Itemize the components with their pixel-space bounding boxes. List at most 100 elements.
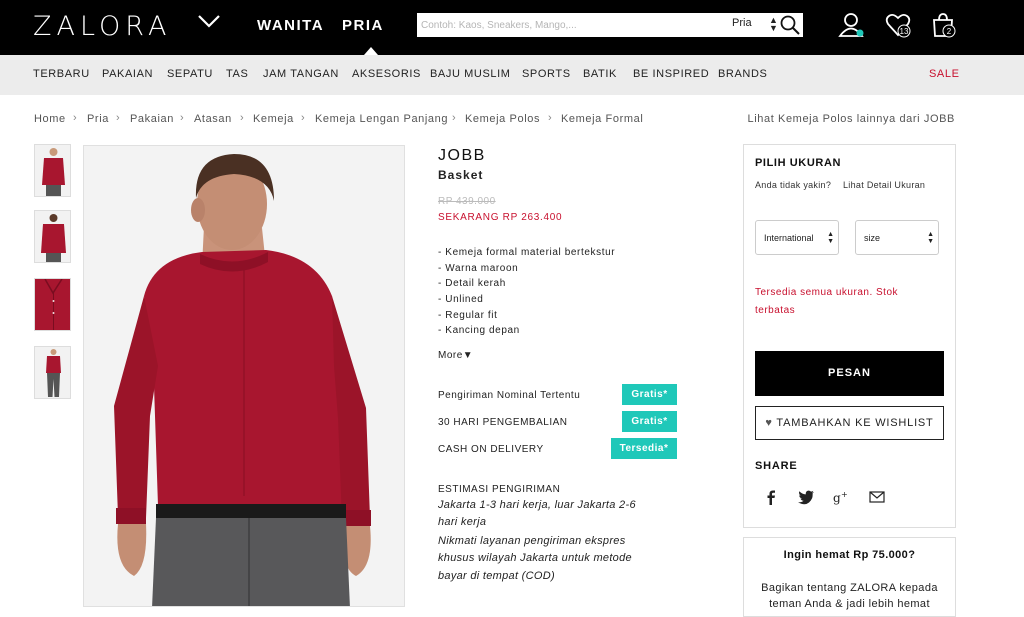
- category-sepatu[interactable]: SEPATU: [167, 68, 213, 80]
- product-thumbnail[interactable]: [34, 144, 71, 197]
- email-icon[interactable]: [868, 488, 886, 506]
- zalora-logo[interactable]: ZALORA: [33, 11, 171, 42]
- breadcrumb-separator: ›: [180, 112, 184, 124]
- shipping-estimate-text: Jakarta 1-3 hari kerja, luar Jakarta 2-6: [438, 499, 636, 511]
- size-help-question: Anda tidak yakin?: [755, 180, 832, 190]
- shipping-estimate-text: hari kerja: [438, 516, 487, 528]
- breadcrumb-kemeja[interactable]: Kemeja: [253, 113, 294, 125]
- category-batik[interactable]: BATIK: [583, 68, 617, 80]
- product-name: Basket: [438, 168, 484, 182]
- add-to-wishlist-button[interactable]: ♥ TAMBAHKAN KE WISHLIST: [755, 406, 944, 440]
- feature-item: - Kancing depan: [438, 325, 520, 336]
- category-sports[interactable]: SPORTS: [522, 68, 571, 80]
- breadcrumb-kemeja-formal: Kemeja Formal: [561, 113, 644, 125]
- breadcrumb-separator: ›: [548, 112, 552, 124]
- breadcrumb-pria[interactable]: Pria: [87, 113, 109, 125]
- product-thumbnail[interactable]: [34, 278, 71, 331]
- facebook-icon[interactable]: [762, 488, 780, 506]
- svg-text:g: g: [833, 491, 841, 505]
- shirt-back-image: [35, 211, 70, 262]
- search-scope-select[interactable]: Pria: [732, 17, 752, 29]
- category-tas[interactable]: TAS: [226, 68, 248, 80]
- breadcrumb-home[interactable]: Home: [34, 113, 66, 125]
- wishlist-count: 13: [900, 27, 909, 36]
- select-arrows-icon: ▲ ▼: [927, 231, 934, 245]
- size-guide-link[interactable]: Lihat Detail Ukuran: [843, 180, 925, 190]
- stock-status: Tersedia semua ukuran. Stok: [755, 287, 899, 298]
- more-from-brand-link[interactable]: Lihat Kemeja Polos lainnya dari JOBB: [748, 113, 955, 125]
- category-pakaian[interactable]: PAKAIAN: [102, 68, 153, 80]
- category-baju-muslim[interactable]: BAJU MUSLIM: [430, 68, 511, 80]
- category-jam-tangan[interactable]: JAM TANGAN: [263, 68, 339, 80]
- feature-item: - Warna maroon: [438, 263, 519, 274]
- category-bar: TERBARU PAKAIAN SEPATU TAS JAM TANGAN AK…: [0, 55, 1024, 95]
- service-badge[interactable]: Tersedia*: [611, 438, 677, 459]
- sale-price: SEKARANG RP 263.400: [438, 212, 563, 223]
- more-details-toggle[interactable]: More▼: [438, 350, 473, 361]
- category-terbaru[interactable]: TERBARU: [33, 68, 90, 80]
- breadcrumb-kemeja-polos[interactable]: Kemeja Polos: [465, 113, 540, 125]
- main-product-image[interactable]: [83, 145, 405, 607]
- referral-promo-title: Ingin hemat Rp 75.000?: [783, 549, 916, 561]
- cart-count: 2: [947, 27, 952, 36]
- account-icon[interactable]: [838, 11, 864, 39]
- size-system-select[interactable]: International ▲ ▼: [755, 220, 839, 255]
- breadcrumb-kemeja-lengan-panjang[interactable]: Kemeja Lengan Panjang: [315, 113, 448, 125]
- breadcrumb-separator: ›: [73, 112, 77, 124]
- tab-wanita[interactable]: WANITA: [257, 17, 324, 34]
- shipping-estimate-text: bayar di tempat (COD): [438, 570, 555, 582]
- breadcrumb-separator: ›: [240, 112, 244, 124]
- shipping-estimate-title: ESTIMASI PENGIRIMAN: [438, 484, 561, 495]
- shirt-detail-image: [35, 279, 70, 330]
- search-input[interactable]: [421, 16, 711, 34]
- model-back-view-image: [84, 146, 404, 606]
- select-arrows-icon: ▲ ▼: [827, 231, 834, 245]
- order-button[interactable]: PESAN: [755, 351, 944, 396]
- tab-pria[interactable]: PRIA: [342, 17, 384, 34]
- service-badge[interactable]: Gratis*: [622, 384, 677, 405]
- full-body-image: [35, 347, 70, 398]
- wishlist-icon[interactable]: 13: [885, 11, 911, 39]
- search-bar: Pria ▲▼: [417, 13, 803, 37]
- svg-text:+: +: [841, 490, 848, 499]
- heart-icon: ♥: [765, 417, 773, 429]
- shirt-front-image: [35, 145, 70, 196]
- size-system-value: International: [764, 233, 814, 243]
- search-icon[interactable]: [779, 14, 801, 36]
- category-sale[interactable]: SALE: [929, 68, 960, 80]
- breadcrumb-separator: ›: [116, 112, 120, 124]
- feature-item: - Detail kerah: [438, 278, 506, 289]
- breadcrumb-separator: ›: [301, 112, 305, 124]
- product-brand[interactable]: JOBB: [438, 147, 486, 165]
- cart-icon[interactable]: 2: [930, 11, 956, 39]
- feature-item: - Unlined: [438, 294, 484, 305]
- breadcrumb-atasan[interactable]: Atasan: [194, 113, 232, 125]
- product-thumbnail[interactable]: [34, 210, 71, 263]
- twitter-icon[interactable]: [797, 488, 815, 506]
- breadcrumb-pakaian[interactable]: Pakaian: [130, 113, 174, 125]
- referral-promo-text: Bagikan tentang ZALORA kepada: [761, 582, 938, 594]
- service-label: Pengiriman Nominal Tertentu: [438, 390, 581, 401]
- stock-status: terbatas: [755, 305, 796, 316]
- size-select[interactable]: size ▲ ▼: [855, 220, 939, 255]
- shipping-estimate-text: khusus wilayah Jakarta untuk metode: [438, 552, 632, 564]
- top-navigation-bar: ZALORA WANITA PRIA Pria ▲▼ 13 2: [0, 0, 1024, 55]
- size-panel-title: PILIH UKURAN: [755, 157, 842, 169]
- chevron-down-icon[interactable]: [197, 13, 221, 31]
- feature-item: - Regular fit: [438, 310, 498, 321]
- service-badge[interactable]: Gratis*: [622, 411, 677, 432]
- category-aksesoris[interactable]: AKSESORIS: [352, 68, 421, 80]
- service-label: CASH ON DELIVERY: [438, 444, 544, 455]
- google-plus-icon[interactable]: g +: [832, 488, 850, 506]
- product-thumbnail[interactable]: [34, 346, 71, 399]
- original-price: RP 439.000: [438, 196, 496, 207]
- category-be-inspired[interactable]: BE INSPIRED: [633, 68, 709, 80]
- shipping-estimate-text: Nikmati layanan pengiriman ekspres: [438, 535, 626, 547]
- category-brands[interactable]: BRANDS: [718, 68, 767, 80]
- feature-item: - Kemeja formal material bertekstur: [438, 247, 616, 258]
- breadcrumb-separator: ›: [452, 112, 456, 124]
- referral-promo-text: teman Anda & jadi lebih hemat: [769, 598, 930, 610]
- add-to-wishlist-label: TAMBAHKAN KE WISHLIST: [776, 417, 934, 429]
- service-label: 30 HARI PENGEMBALIAN: [438, 417, 568, 428]
- share-title: SHARE: [755, 460, 798, 472]
